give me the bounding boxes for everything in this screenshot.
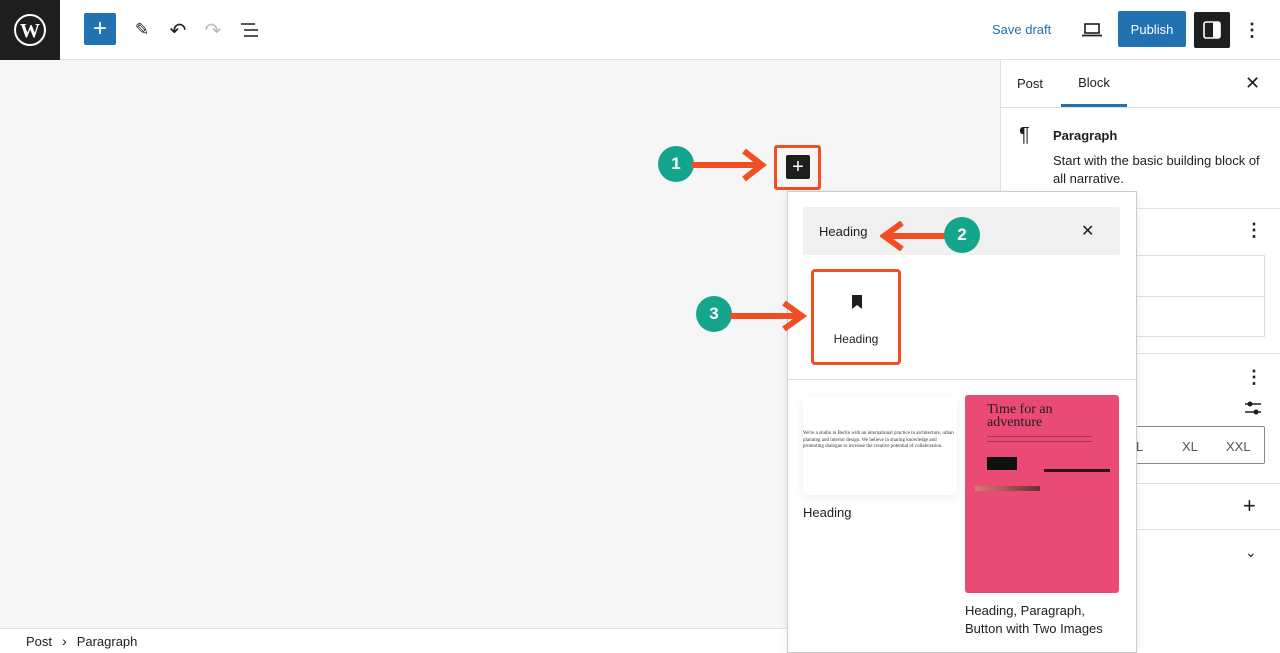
wordpress-logo[interactable]: W xyxy=(0,0,60,60)
save-draft-button[interactable]: Save draft xyxy=(992,22,1051,37)
bookmark-icon xyxy=(852,295,862,309)
annotation-arrow-icon xyxy=(880,221,950,251)
plus-icon: + xyxy=(792,155,804,178)
pattern-preview-text: We're a studio in Berlin with an interna… xyxy=(803,431,954,449)
block-description: Start with the basic building block of a… xyxy=(1053,153,1260,186)
undo-button[interactable]: ↶ xyxy=(164,16,192,44)
close-sidebar-button[interactable]: ✕ xyxy=(1245,73,1260,94)
list-view-icon xyxy=(241,23,258,37)
tab-block-label: Block xyxy=(1078,74,1110,90)
pattern-heading-preview[interactable]: We're a studio in Berlin with an interna… xyxy=(803,397,957,495)
chevron-down-icon[interactable]: ⌄ xyxy=(1245,544,1257,561)
wordpress-icon: W xyxy=(14,14,46,46)
pattern-label[interactable]: Heading xyxy=(803,505,851,520)
svg-text:W: W xyxy=(20,20,40,42)
clear-search-icon[interactable]: ✕ xyxy=(1081,221,1094,241)
paragraph-icon: ¶ xyxy=(1019,124,1030,146)
annotation-step-3: 3 xyxy=(696,296,732,332)
more-vertical-icon[interactable]: ⋮ xyxy=(1245,220,1263,241)
sliders-icon[interactable] xyxy=(1244,400,1262,416)
pattern-two-images-preview[interactable]: Time for an adventure xyxy=(965,395,1119,593)
tab-block[interactable]: Block xyxy=(1061,60,1127,107)
annotation-step-1: 1 xyxy=(658,146,694,182)
pattern-preview-title: Time for an adventure xyxy=(987,402,1053,430)
size-xl[interactable]: XL xyxy=(1182,439,1198,454)
more-vertical-icon: ⋮ xyxy=(1243,19,1261,40)
redo-icon: ↷ xyxy=(204,19,222,42)
pattern-label[interactable]: Heading, Paragraph, Button with Two Imag… xyxy=(965,602,1125,638)
close-icon: ✕ xyxy=(1245,73,1261,93)
chevron-right-icon: › xyxy=(62,633,67,649)
annotation-arrow-icon xyxy=(730,300,808,332)
size-l[interactable]: L xyxy=(1136,439,1143,454)
add-block-button[interactable]: + xyxy=(84,13,116,45)
publish-button[interactable]: Publish xyxy=(1118,11,1186,47)
more-vertical-icon[interactable]: ⋮ xyxy=(1245,367,1263,388)
search-value: Heading xyxy=(819,224,868,239)
block-result-label: Heading xyxy=(833,332,879,346)
plus-icon[interactable]: + xyxy=(1243,493,1256,519)
styles-box[interactable] xyxy=(1129,255,1265,337)
breadcrumb-paragraph[interactable]: Paragraph xyxy=(77,634,138,649)
pencil-icon: ✎ xyxy=(134,20,150,39)
block-inserter-popover: Heading ✕ Heading We're a studio in Berl… xyxy=(787,191,1137,653)
redo-button[interactable]: ↷ xyxy=(199,16,227,44)
tools-button[interactable]: ✎ xyxy=(128,16,156,44)
options-button[interactable]: ⋮ xyxy=(1240,16,1264,44)
sidebar-icon xyxy=(1203,21,1221,39)
preview-button[interactable] xyxy=(1078,16,1106,44)
settings-toggle-button[interactable] xyxy=(1194,12,1230,48)
laptop-icon xyxy=(1082,23,1102,37)
tab-post[interactable]: Post xyxy=(1017,76,1043,91)
document-overview-button[interactable] xyxy=(236,16,264,44)
block-appender-button[interactable]: + xyxy=(786,155,810,179)
top-toolbar: W + ✎ ↶ ↷ Save draft Publish ⋮ xyxy=(0,0,1280,60)
undo-icon: ↶ xyxy=(169,19,187,42)
font-size-picker[interactable]: L XL XXL xyxy=(1129,426,1265,464)
size-xxl[interactable]: XXL xyxy=(1226,439,1251,454)
annotation-step-2: 2 xyxy=(944,217,980,253)
block-title: Paragraph xyxy=(1053,128,1118,143)
breadcrumb-post[interactable]: Post xyxy=(26,634,52,649)
annotation-arrow-icon xyxy=(692,148,767,182)
plus-icon: + xyxy=(92,15,107,42)
block-result-heading[interactable]: Heading xyxy=(811,269,901,365)
